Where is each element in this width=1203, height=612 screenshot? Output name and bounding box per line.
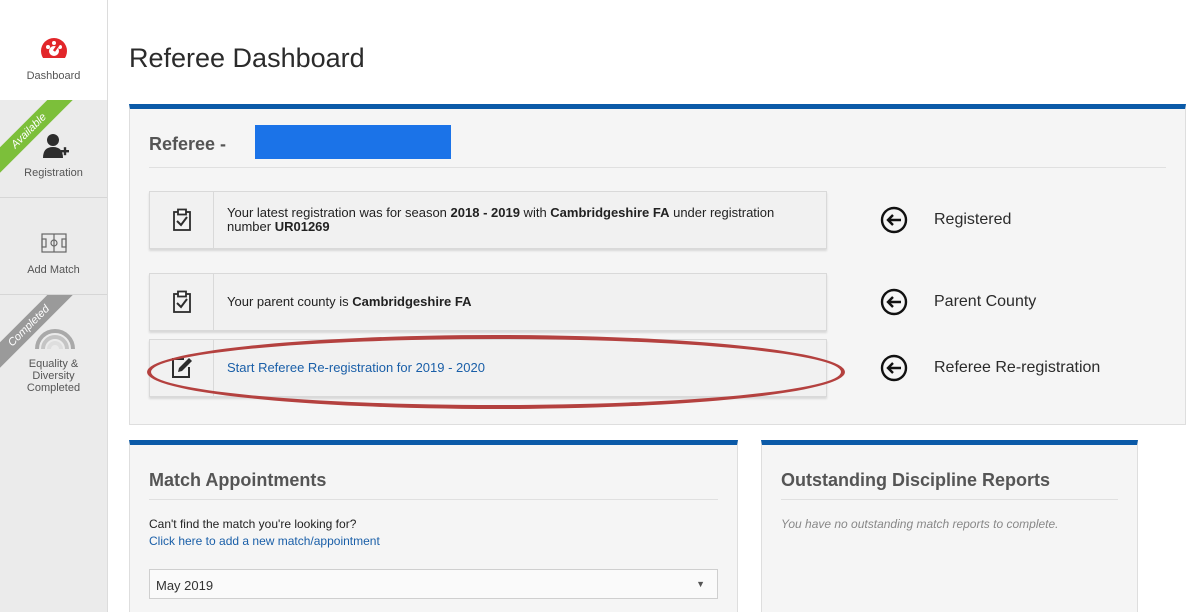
add-user-icon xyxy=(43,134,69,158)
discipline-reports-panel: Outstanding Discipline Reports You have … xyxy=(761,440,1138,612)
add-match-link[interactable]: Click here to add a new match/appointmen… xyxy=(149,534,380,548)
dashboard-gauge-icon xyxy=(41,38,67,65)
divider xyxy=(149,167,1166,168)
registration-info-card: Your latest registration was for season … xyxy=(149,191,827,249)
parent-county-text: Your parent county is Cambridgeshire FA xyxy=(227,295,806,309)
status-label: Referee Re-registration xyxy=(934,359,1101,376)
status-reregistration: Referee Re-registration xyxy=(880,339,1100,397)
text-fragment: Your latest registration was for season xyxy=(227,205,451,220)
sidebar-item-label: Diversity xyxy=(32,370,75,382)
season-value: 2018 - 2019 xyxy=(450,205,520,220)
divider xyxy=(781,499,1118,500)
registration-number: UR01269 xyxy=(274,219,330,234)
status-label: Parent County xyxy=(934,293,1037,310)
no-reports-message: You have no outstanding match reports to… xyxy=(781,517,1059,531)
status-registered: Registered xyxy=(880,191,1011,249)
month-select-value: May 2019 xyxy=(156,578,214,593)
sidebar-item-label: Equality & xyxy=(28,358,79,370)
status-parent-county: Parent County xyxy=(880,273,1036,331)
sidebar-item-label: Dashboard xyxy=(26,70,81,82)
sidebar-item-registration[interactable]: Available Registration xyxy=(0,100,107,198)
discipline-reports-heading: Outstanding Discipline Reports xyxy=(781,470,1051,490)
app-root: Dashboard Available Registration Add Mat… xyxy=(0,0,1203,612)
sidebar-item-label: Registration xyxy=(24,167,83,179)
icon-cell xyxy=(150,274,214,330)
sidebar-item-dashboard[interactable]: Dashboard xyxy=(0,0,107,100)
reregistration-card[interactable]: Start Referee Re-registration for 2019 -… xyxy=(149,339,827,397)
match-search-prompt: Can't find the match you're looking for? xyxy=(149,517,357,531)
status-label: Registered xyxy=(934,211,1012,228)
sidebar-item-label: Add Match xyxy=(27,264,80,276)
month-select[interactable]: May 2019 ▼ xyxy=(149,569,718,599)
referee-panel: Referee - Your latest registration was f… xyxy=(129,104,1186,425)
icon-cell xyxy=(150,192,214,248)
text-fragment: with xyxy=(519,205,551,220)
edit-icon xyxy=(171,358,192,378)
sidebar-item-label: Completed xyxy=(26,382,81,394)
referee-heading: Referee - xyxy=(149,134,227,154)
sidebar-item-add-match[interactable]: Add Match xyxy=(0,198,107,295)
registration-info-text: Your latest registration was for season … xyxy=(227,206,806,234)
clipboard-check-icon xyxy=(172,290,191,313)
text-fragment: Your parent county is xyxy=(227,294,353,309)
divider xyxy=(149,499,718,500)
arrow-left-circle-icon xyxy=(880,206,908,234)
caret-down-icon: ▼ xyxy=(696,579,705,589)
sidebar: Dashboard Available Registration Add Mat… xyxy=(0,0,108,612)
arrow-left-circle-icon xyxy=(880,354,908,382)
sidebar-item-equality-diversity[interactable]: Completed Equality & Diversity Completed xyxy=(0,295,107,415)
county-value: Cambridgeshire FA xyxy=(550,205,670,220)
start-reregistration-link[interactable]: Start Referee Re-registration for 2019 -… xyxy=(227,361,806,375)
clipboard-check-icon xyxy=(172,208,191,231)
page-title: Referee Dashboard xyxy=(129,43,365,73)
parent-county-card: Your parent county is Cambridgeshire FA xyxy=(149,273,827,331)
icon-cell xyxy=(150,340,214,396)
match-appointments-heading: Match Appointments xyxy=(149,470,327,490)
match-appointments-panel: Match Appointments Can't find the match … xyxy=(129,440,738,612)
pitch-icon xyxy=(41,233,67,253)
arrow-left-circle-icon xyxy=(880,288,908,316)
rainbow-icon xyxy=(35,329,75,349)
redacted-name-block xyxy=(255,125,451,159)
county-value: Cambridgeshire FA xyxy=(352,294,472,309)
